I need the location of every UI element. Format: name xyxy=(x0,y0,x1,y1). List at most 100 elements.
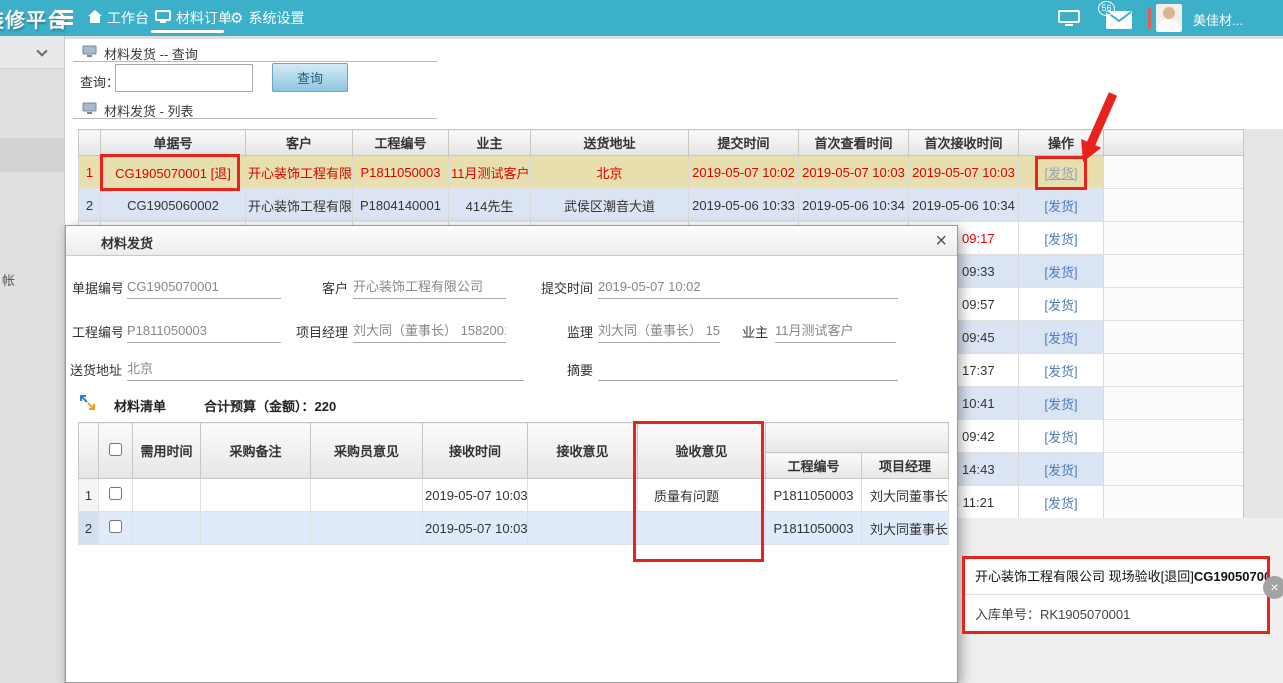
detail-total-budget: 合计预算（金额）：220 xyxy=(204,396,336,415)
owner-cell: 414先生 xyxy=(449,189,531,222)
row-checkbox[interactable] xyxy=(109,520,122,533)
nav-workbench-label: 工作台 xyxy=(107,8,149,28)
row-checkbox[interactable] xyxy=(109,487,122,500)
address-cell: 北京 xyxy=(531,156,689,189)
ship-action-link[interactable]: [发货] xyxy=(1044,199,1077,214)
project-no-value: P1811050003 xyxy=(127,322,281,343)
scrollbar-strip[interactable] xyxy=(1243,129,1283,518)
ship-action-link[interactable]: [发货] xyxy=(1044,166,1077,181)
detail-header-row: 需用时间 采购备注 采购员意见 接收时间 接收意见 验收意见 xyxy=(79,423,949,453)
user-name[interactable]: 美佳材... xyxy=(1193,10,1243,29)
divider xyxy=(73,61,437,62)
action-cell: [发货] xyxy=(1019,354,1104,387)
nav-system-settings[interactable]: ⚙ 系统设置 xyxy=(230,0,304,36)
sidebar-collapse-area[interactable] xyxy=(0,36,64,69)
ship-action-link[interactable]: [发货] xyxy=(1044,430,1077,445)
need-time-cell xyxy=(133,479,201,512)
close-icon[interactable]: × xyxy=(1263,576,1283,599)
user-avatar[interactable] xyxy=(1156,4,1182,32)
toast-notification[interactable]: 开心装饰工程有限公司 现场验收[退回]CG1905070001 入库单号：RK1… xyxy=(962,556,1270,634)
content-top-strip xyxy=(65,36,1283,39)
chevron-down-icon[interactable] xyxy=(36,45,47,56)
col-order-no: 单据号 xyxy=(101,130,246,156)
dialog-header[interactable]: 材料发货 × xyxy=(66,226,957,256)
expand-arrows-icon[interactable] xyxy=(79,394,96,414)
search-button[interactable]: 查询 xyxy=(272,63,348,92)
receive-opinion-cell xyxy=(528,512,638,545)
gear-icon: ⚙ xyxy=(230,9,243,27)
action-cell: [发货] xyxy=(1019,222,1104,255)
close-icon[interactable]: × xyxy=(935,228,947,254)
supervisor-label: 监理 xyxy=(528,324,593,342)
col-first-view-time: 首次查看时间 xyxy=(799,130,909,156)
project-no-cell: P1811050003 xyxy=(766,512,862,545)
col-receive-time: 接收时间 xyxy=(423,423,528,479)
ship-action-link[interactable]: [发货] xyxy=(1044,496,1077,511)
project-no-label: 工程编号 xyxy=(72,324,122,342)
action-cell: [发货] xyxy=(1019,321,1104,354)
home-icon xyxy=(88,10,102,26)
monitor-icon xyxy=(155,10,171,27)
ship-action-link[interactable]: [发货] xyxy=(1044,232,1077,247)
dialog-title: 材料发货 xyxy=(101,233,153,252)
select-all-checkbox[interactable] xyxy=(109,443,122,456)
first-view-time-cell: 2019-05-06 10:34 xyxy=(799,189,909,222)
detail-row[interactable]: 12019-05-07 10:03质量有问题P1811050003刘大同董事长 xyxy=(79,479,949,512)
nav-system-settings-label: 系统设置 xyxy=(248,8,304,28)
nav-workbench[interactable]: 工作台 xyxy=(88,0,149,36)
address-cell: 武侯区潮音大道 xyxy=(531,189,689,222)
sidebar-selected-item[interactable] xyxy=(0,138,64,172)
notification-title: 开心装饰工程有限公司 现场验收[退回]CG1905070001 xyxy=(965,559,1267,595)
material-ship-dialog: 材料发货 × 单据编号 CG1905070001 客户 开心装饰工程有限公司 提… xyxy=(65,225,958,683)
receive-time-cell: 2019-05-07 10:03 xyxy=(423,479,528,512)
query-input[interactable] xyxy=(115,64,253,92)
col-first-receive-time: 首次接收时间 xyxy=(909,130,1019,156)
action-cell: [发货] xyxy=(1019,189,1104,222)
ship-action-link[interactable]: [发货] xyxy=(1044,364,1077,379)
receive-time-cell: 2019-05-07 10:03 xyxy=(423,512,528,545)
action-cell: [发货] xyxy=(1019,453,1104,486)
ship-action-link[interactable]: [发货] xyxy=(1044,397,1077,412)
supervisor-value: 刘大同（董事长） 158 xyxy=(598,322,720,343)
ship-action-link[interactable]: [发货] xyxy=(1044,265,1077,280)
action-cell: [发货] xyxy=(1019,156,1104,189)
col-action: 操作 xyxy=(1019,130,1104,156)
notification-body: 入库单号：RK1905070001 xyxy=(965,595,1267,623)
project-manager-value: 刘大同（董事长） 1582001 xyxy=(353,322,506,343)
section-monitor-icon xyxy=(82,45,97,61)
col-receive-opinion: 接收意见 xyxy=(528,423,638,479)
desktop-monitor-icon[interactable] xyxy=(1058,10,1080,30)
col-submit-time: 提交时间 xyxy=(689,130,799,156)
project-manager-cell: 刘大同董事长 xyxy=(862,512,949,545)
first-receive-time-cell: 2019-05-07 10:03 xyxy=(909,156,1019,189)
ship-action-link[interactable]: [发货] xyxy=(1044,463,1077,478)
left-sidebar: 帐 xyxy=(0,36,65,683)
col-need-time: 需用时间 xyxy=(133,423,201,479)
action-cell: [发货] xyxy=(1019,420,1104,453)
customer-label: 客户 xyxy=(282,280,348,298)
col-customer: 客户 xyxy=(246,130,353,156)
top-navbar: 装修平台 工作台 材料订单 ⚙ 系统设置 56 美佳材... xyxy=(0,0,1283,36)
owner-label: 业主 xyxy=(714,324,768,342)
active-tab-underline xyxy=(151,30,224,33)
sidebar-item-partial[interactable]: 帐 xyxy=(2,270,15,289)
order-no-value: CG1905070001 xyxy=(127,278,281,299)
table-row[interactable]: 1CG1905070001 [退]开心装饰工程有限P181105000311月测… xyxy=(79,156,1275,189)
project-manager-label: 项目经理 xyxy=(282,324,348,342)
hamburger-menu-icon[interactable] xyxy=(56,10,73,26)
order-no-cell: CG1905070001 [退] xyxy=(101,156,246,189)
summary-label: 摘要 xyxy=(528,362,593,380)
project-no-cell: P1811050003 xyxy=(766,479,862,512)
table-row[interactable]: 2CG1905060002开心装饰工程有限P1804140001414先生武侯区… xyxy=(79,189,1275,222)
ship-action-link[interactable]: [发货] xyxy=(1044,298,1077,313)
purchaser-opinion-cell xyxy=(311,479,423,512)
ship-action-link[interactable]: [发货] xyxy=(1044,331,1077,346)
nav-material-orders-label: 材料订单 xyxy=(176,8,232,28)
purchase-note-cell xyxy=(201,479,311,512)
first-receive-time-cell: 2019-05-06 10:34 xyxy=(909,189,1019,222)
detail-row[interactable]: 22019-05-07 10:03P1811050003刘大同董事长 xyxy=(79,512,949,545)
purchase-note-cell xyxy=(201,512,311,545)
col-project-manager: 项目经理 xyxy=(862,453,949,479)
accept-opinion-cell: 质量有问题 xyxy=(638,479,766,512)
section-monitor-icon xyxy=(82,102,97,118)
